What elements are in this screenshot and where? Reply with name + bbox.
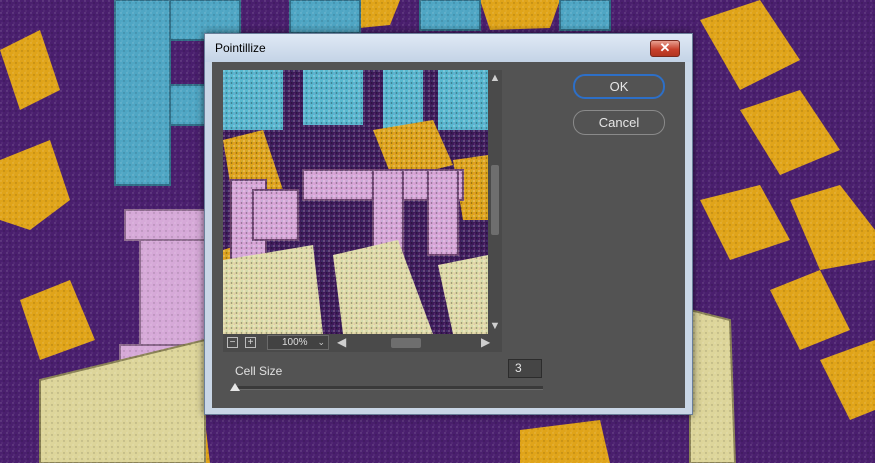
horizontal-scroll-thumb[interactable] [391, 338, 421, 348]
cell-size-label: Cell Size [235, 364, 283, 378]
pointillize-dialog: Pointillize ✕ ▲ ▼ − + 100% ⌄ ◀ ▶ OK Canc… [204, 33, 693, 415]
zoom-in-icon[interactable]: + [245, 337, 256, 348]
cancel-button[interactable]: Cancel [573, 110, 665, 135]
scroll-left-icon[interactable]: ◀ [337, 335, 346, 350]
preview-vertical-scrollbar[interactable]: ▲ ▼ [488, 70, 502, 334]
dialog-body: ▲ ▼ − + 100% ⌄ ◀ ▶ OK Cancel Cell Size 3 [212, 62, 685, 408]
preview-image [223, 70, 488, 334]
zoom-level-dropdown[interactable]: 100% ⌄ [267, 335, 329, 350]
zoom-level: 100% [282, 337, 308, 348]
chevron-down-icon: ⌄ [317, 337, 325, 347]
vertical-scroll-thumb[interactable] [491, 165, 499, 235]
cell-size-slider-thumb[interactable] [230, 383, 240, 391]
cell-size-slider[interactable] [235, 386, 543, 390]
dialog-title: Pointillize [215, 41, 266, 55]
zoom-out-icon[interactable]: − [227, 337, 238, 348]
cell-size-input[interactable]: 3 [508, 359, 542, 378]
preview-horizontal-scrollbar[interactable]: ◀ ▶ [335, 335, 495, 350]
close-button[interactable]: ✕ [650, 40, 680, 57]
preview-toolbar: − + 100% ⌄ ◀ ▶ [223, 334, 502, 352]
close-icon: ✕ [659, 40, 671, 55]
ok-button[interactable]: OK [573, 74, 665, 99]
scroll-right-icon[interactable]: ▶ [481, 335, 490, 350]
scroll-up-icon[interactable]: ▲ [489, 72, 501, 84]
scroll-down-icon[interactable]: ▼ [489, 320, 501, 332]
dialog-titlebar[interactable]: Pointillize ✕ [205, 34, 692, 62]
filter-preview[interactable] [223, 70, 488, 334]
